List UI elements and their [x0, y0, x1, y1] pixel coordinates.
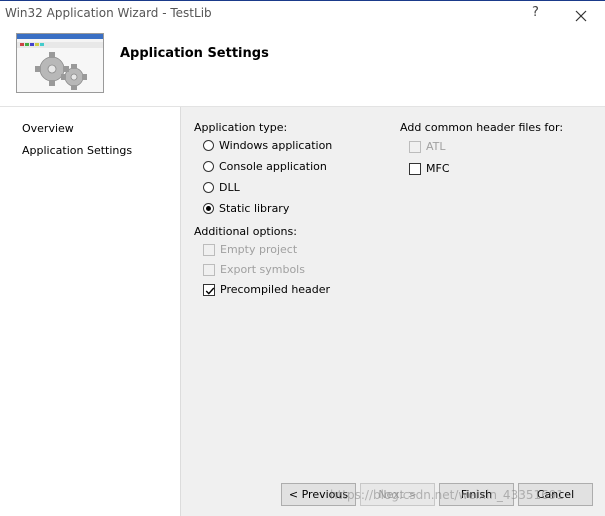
radio-button[interactable]	[203, 161, 214, 172]
application-type-label: Application type:	[194, 121, 288, 134]
radio-label: Console application	[219, 160, 327, 173]
common-headers-label: Add common header files for:	[400, 121, 564, 134]
sidebar-item-application-settings[interactable]: Application Settings	[22, 144, 132, 157]
checkbox-label: Precompiled header	[220, 283, 331, 296]
checkbox-label: Export symbols	[220, 263, 305, 276]
radio-button[interactable]	[203, 140, 214, 151]
checkbox	[203, 243, 215, 256]
checkbox-empty-project: Empty project	[203, 243, 297, 256]
gears-banner-icon	[16, 33, 104, 93]
checkbox[interactable]	[409, 162, 421, 175]
sidebar: Overview Application Settings	[0, 107, 180, 516]
cancel-button[interactable]: Cancel	[518, 483, 593, 506]
radio-windows-application[interactable]: Windows application	[203, 139, 332, 152]
checkmark-icon	[205, 287, 215, 295]
radio-button-selected[interactable]	[203, 203, 214, 214]
checkbox-label: MFC	[426, 162, 450, 175]
radio-label: Static library	[219, 202, 290, 215]
checkbox-checked[interactable]	[203, 283, 215, 296]
previous-button[interactable]: < Previous	[281, 483, 356, 506]
wizard-header: Application Settings	[0, 27, 605, 105]
title-bar: Win32 Application Wizard - TestLib ?	[0, 1, 605, 27]
settings-panel: Application type: Windows application Co…	[180, 107, 605, 516]
checkbox-mfc[interactable]: MFC	[409, 162, 450, 175]
radio-console-application[interactable]: Console application	[203, 160, 327, 173]
additional-options-label: Additional options:	[194, 225, 297, 238]
checkbox-atl: ATL	[409, 140, 446, 153]
checkbox	[409, 140, 421, 153]
radio-static-library[interactable]: Static library	[203, 202, 289, 215]
close-icon[interactable]	[572, 7, 590, 25]
finish-button[interactable]: Finish	[439, 483, 514, 506]
radio-label: DLL	[219, 181, 240, 194]
next-button: Next >	[360, 483, 435, 506]
checkbox-precompiled-header[interactable]: Precompiled header	[203, 283, 330, 296]
window-title: Win32 Application Wizard - TestLib	[5, 6, 212, 20]
radio-dll[interactable]: DLL	[203, 181, 240, 194]
radio-label: Windows application	[219, 139, 333, 152]
checkbox-label: ATL	[426, 140, 446, 153]
sidebar-item-overview[interactable]: Overview	[22, 122, 74, 135]
radio-button[interactable]	[203, 182, 214, 193]
help-button[interactable]: ?	[532, 5, 539, 20]
checkbox-label: Empty project	[220, 243, 298, 256]
checkbox	[203, 263, 215, 276]
wizard-window: Win32 Application Wizard - TestLib ? App…	[0, 0, 605, 516]
page-title: Application Settings	[120, 46, 269, 61]
checkbox-export-symbols: Export symbols	[203, 263, 305, 276]
